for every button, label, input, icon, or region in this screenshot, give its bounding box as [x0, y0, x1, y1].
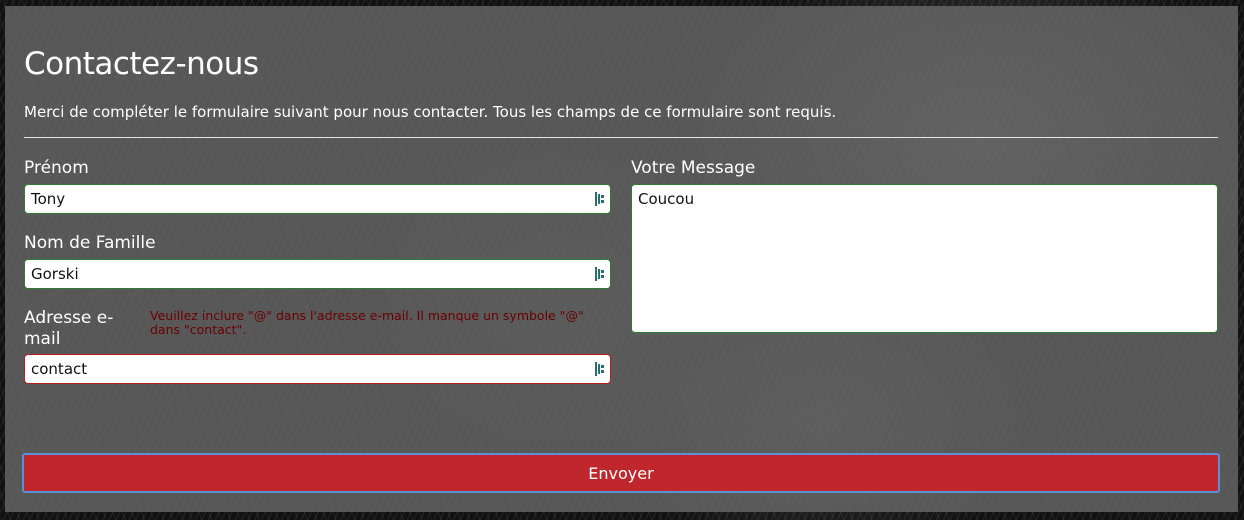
first-name-input[interactable]: Tony — [24, 184, 611, 214]
first-name-value: Tony — [31, 190, 66, 208]
message-textarea[interactable]: Coucou — [631, 184, 1218, 333]
page-title: Contactez-nous — [24, 46, 259, 82]
email-label: Adresse e-mail — [24, 308, 114, 349]
email-value: contact — [31, 360, 88, 378]
send-button[interactable]: Envoyer — [22, 453, 1220, 493]
page-background: Contactez-nous Merci de compléter le for… — [0, 0, 1244, 520]
password-manager-key-icon[interactable] — [595, 267, 605, 281]
last-name-input[interactable]: Gorski — [24, 259, 611, 289]
message-value: Coucou — [638, 190, 695, 208]
email-validation-error: Veuillez inclure "@" dans l'adresse e-ma… — [150, 308, 584, 337]
email-input[interactable]: contact — [24, 354, 611, 384]
contact-form-panel: Contactez-nous Merci de compléter le for… — [5, 6, 1238, 512]
first-name-label: Prénom — [24, 158, 89, 178]
message-label: Votre Message — [631, 158, 756, 178]
last-name-label: Nom de Famille — [24, 233, 156, 253]
password-manager-key-icon[interactable] — [595, 362, 605, 376]
password-manager-key-icon[interactable] — [595, 192, 605, 206]
last-name-value: Gorski — [31, 265, 79, 283]
divider — [24, 137, 1218, 138]
form-intro-text: Merci de compléter le formulaire suivant… — [24, 103, 837, 121]
